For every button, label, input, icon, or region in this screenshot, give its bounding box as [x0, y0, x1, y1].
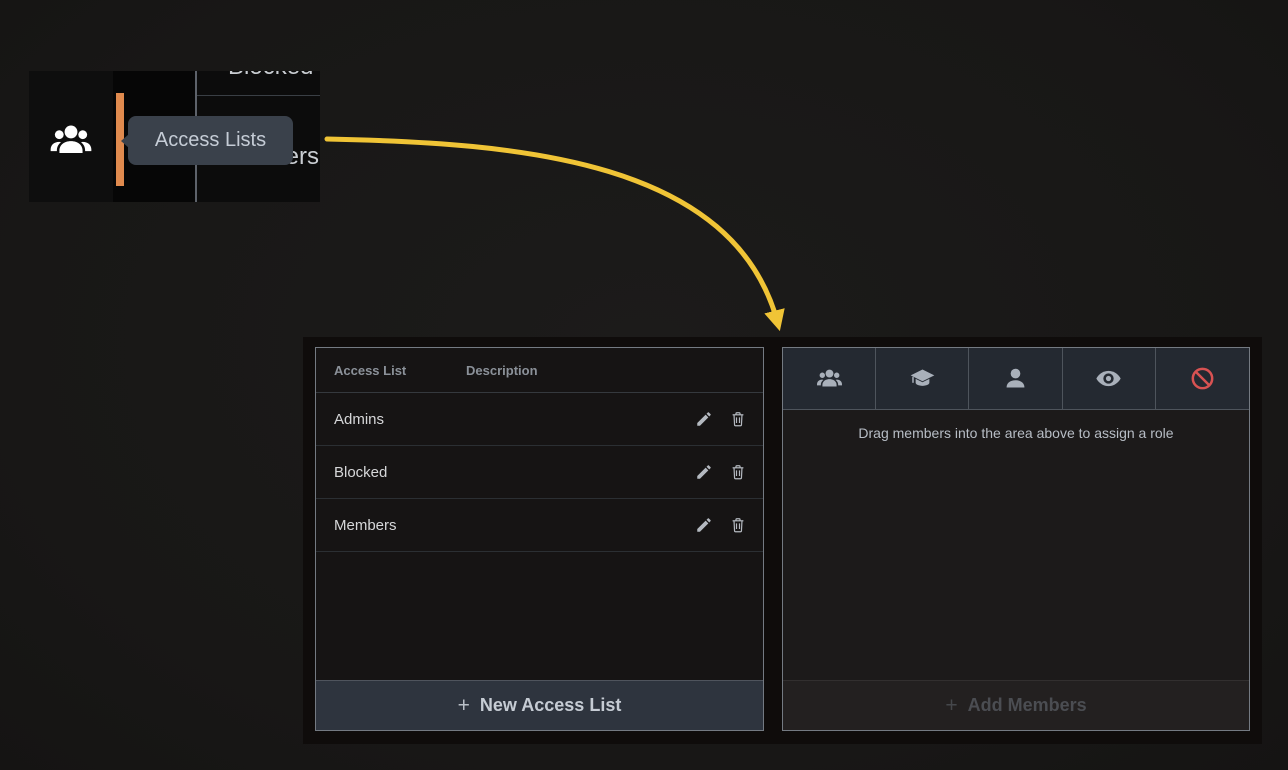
tooltip-pointer-icon	[121, 134, 129, 148]
sidebar-nav-item-access-lists[interactable]	[29, 71, 113, 202]
users-icon	[816, 365, 843, 392]
delete-button[interactable]	[729, 516, 747, 534]
role-drop-target-group[interactable]	[783, 348, 876, 409]
trash-icon	[729, 516, 747, 534]
edit-button[interactable]	[695, 410, 713, 428]
edit-button[interactable]	[695, 463, 713, 481]
table-header: Access List Description	[316, 348, 763, 393]
access-list-name: Members	[316, 517, 466, 534]
table-row[interactable]: Admins	[316, 393, 763, 446]
access-lists-tooltip: Access Lists	[128, 116, 293, 165]
add-members-label: Add Members	[968, 695, 1087, 716]
role-drop-target-viewer[interactable]	[1063, 348, 1156, 409]
graduation-cap-icon	[909, 365, 936, 392]
list-row-separator	[197, 95, 320, 96]
delete-button[interactable]	[729, 410, 747, 428]
row-actions	[695, 410, 763, 428]
pencil-icon	[695, 516, 713, 534]
delete-button[interactable]	[729, 463, 747, 481]
role-drop-target-banned[interactable]	[1156, 348, 1249, 409]
row-actions	[695, 463, 763, 481]
plus-icon: +	[458, 694, 470, 718]
add-members-button[interactable]: + Add Members	[783, 680, 1249, 730]
drag-hint-text: Drag members into the area above to assi…	[783, 425, 1249, 441]
column-header-access-list: Access List	[316, 363, 466, 378]
users-icon	[49, 118, 93, 162]
table-row[interactable]: Members	[316, 499, 763, 552]
members-panel: Drag members into the area above to assi…	[782, 347, 1250, 731]
eye-icon	[1095, 365, 1122, 392]
role-drop-targets	[783, 348, 1249, 410]
access-lists-panel: Access List Description Admins Blocked	[315, 347, 764, 731]
row-actions	[695, 516, 763, 534]
trash-icon	[729, 410, 747, 428]
new-access-list-label: New Access List	[480, 695, 621, 716]
pencil-icon	[695, 410, 713, 428]
access-list-name: Blocked	[316, 464, 466, 481]
table-row[interactable]: Blocked	[316, 446, 763, 499]
screenshot-stage: Blocked Members Access Lists Access List…	[0, 0, 1288, 770]
role-drop-target-member[interactable]	[969, 348, 1062, 409]
clipped-list-item-blocked: Blocked	[228, 71, 313, 81]
column-header-description: Description	[466, 363, 763, 378]
access-list-name: Admins	[316, 411, 466, 428]
tooltip-label: Access Lists	[155, 129, 266, 152]
ban-icon	[1189, 365, 1216, 392]
edit-button[interactable]	[695, 516, 713, 534]
plus-icon: +	[945, 694, 957, 718]
role-drop-target-graduate[interactable]	[876, 348, 969, 409]
new-access-list-button[interactable]: + New Access List	[316, 680, 763, 730]
sidebar-zoom-fragment: Blocked Members Access Lists	[29, 71, 320, 202]
trash-icon	[729, 463, 747, 481]
empty-table-space	[316, 552, 763, 680]
empty-members-space	[783, 441, 1249, 680]
user-icon	[1002, 365, 1029, 392]
pencil-icon	[695, 463, 713, 481]
